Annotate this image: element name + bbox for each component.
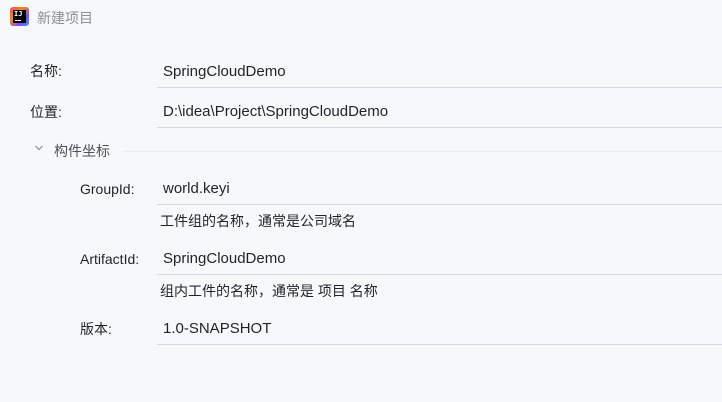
version-label: 版本: xyxy=(80,321,112,337)
logo-mark: IJ xyxy=(13,10,26,23)
section-divider xyxy=(124,151,722,152)
location-input[interactable] xyxy=(163,96,716,126)
group-id-input[interactable] xyxy=(163,173,716,203)
version-input[interactable] xyxy=(163,313,716,343)
name-input[interactable] xyxy=(163,56,716,86)
intellij-idea-icon: IJ xyxy=(10,7,29,26)
location-field[interactable] xyxy=(157,96,722,128)
group-id-hint: 工件组的名称，通常是公司域名 xyxy=(160,213,356,229)
title-bar: IJ 新建项目 xyxy=(0,0,722,36)
section-title: 构件坐标 xyxy=(54,143,110,159)
chevron-down-icon[interactable] xyxy=(35,144,43,152)
group-id-label: GroupId: xyxy=(80,181,135,197)
artifact-id-field[interactable] xyxy=(157,243,722,275)
name-label: 名称: xyxy=(30,63,62,79)
artifact-id-label: ArtifactId: xyxy=(80,251,140,267)
window-title: 新建项目 xyxy=(37,10,93,26)
artifact-coordinates-header[interactable]: 构件坐标 xyxy=(32,140,722,162)
location-label: 位置: xyxy=(30,104,62,120)
artifact-id-hint: 组内工件的名称，通常是 项目 名称 xyxy=(160,283,378,299)
artifact-id-input[interactable] xyxy=(163,243,716,273)
name-field[interactable] xyxy=(157,56,722,88)
group-id-field[interactable] xyxy=(157,173,722,205)
version-field[interactable] xyxy=(157,313,722,345)
